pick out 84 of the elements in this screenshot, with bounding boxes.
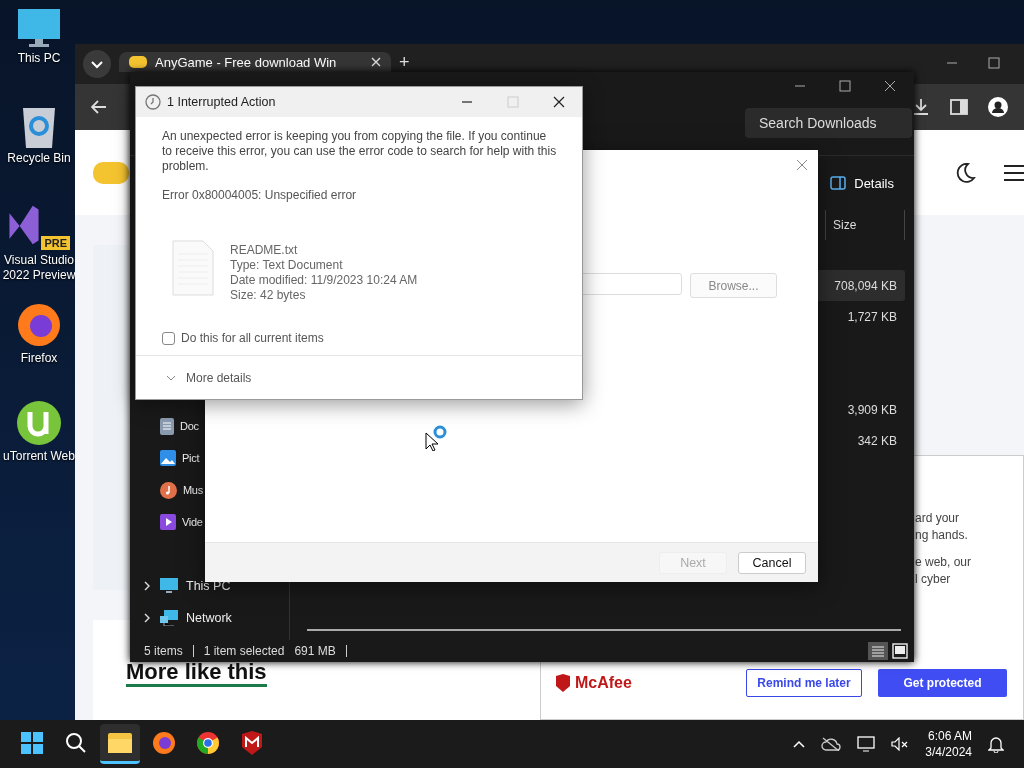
more-details-toggle[interactable]: More details	[186, 370, 252, 385]
popup-text-line: e web, our	[915, 554, 973, 571]
scrollbar-track[interactable]	[307, 629, 901, 631]
sidebar-item[interactable]: Pict	[182, 452, 200, 464]
busy-cursor-icon	[425, 425, 449, 451]
selection-size: 691 MB	[294, 644, 336, 658]
network-monitor-icon[interactable]	[857, 736, 876, 752]
desktop-icon-label[interactable]: Firefox	[20, 351, 58, 366]
window-title: 1 Interrupted Action	[167, 95, 276, 109]
details-button[interactable]: Details	[824, 171, 900, 195]
new-tab-button[interactable]: +	[399, 53, 410, 71]
recycle-bin-icon[interactable]	[21, 106, 57, 148]
shield-m-icon	[555, 674, 571, 692]
download-icon[interactable]	[912, 98, 930, 116]
close-icon[interactable]	[553, 96, 565, 108]
get-protected-button[interactable]: Get protected	[878, 669, 1007, 697]
bell-icon[interactable]	[988, 735, 1004, 753]
cloud-off-icon[interactable]	[821, 737, 842, 751]
checkbox[interactable]	[162, 331, 175, 345]
error-code: Error 0x80004005: Unspecified error	[162, 188, 358, 202]
sidebar-item[interactable]: Mus	[183, 484, 203, 496]
clock-date[interactable]: 3/4/2024	[925, 744, 972, 760]
menu-icon[interactable]	[1004, 163, 1024, 182]
tricolor-circle-icon	[196, 730, 220, 755]
ribbon-logo-icon[interactable]	[8, 204, 41, 246]
maximize-icon	[507, 96, 519, 108]
sidebar-item[interactable]: Doc	[180, 420, 199, 432]
sidebar-item[interactable]: Vide	[182, 516, 203, 528]
network-icon	[160, 610, 178, 626]
music-note-icon	[160, 481, 177, 499]
popup-text-line: ard your	[915, 510, 961, 527]
picture-icon	[160, 450, 176, 466]
details-pane-icon	[830, 176, 847, 190]
preview-badge: PRE	[41, 236, 70, 250]
search-field[interactable]: Search Downloads	[745, 107, 912, 138]
clock-time[interactable]: 6:06 AM	[927, 728, 972, 744]
desktop-icon-label[interactable]: Visual Studio 2022 Preview	[0, 253, 78, 283]
side-panel-icon[interactable]	[950, 99, 968, 115]
close-icon[interactable]	[884, 80, 896, 92]
browser-tab[interactable]: AnyGame - Free download Win	[119, 52, 391, 72]
document-icon	[160, 417, 174, 435]
taskbar-app-button[interactable]	[100, 724, 140, 764]
file-size: Size: 42 bytes	[230, 288, 307, 303]
windows-logo-icon	[21, 731, 43, 754]
chevron-down-icon[interactable]	[83, 50, 111, 78]
remind-later-button[interactable]: Remind me later	[746, 669, 862, 697]
file-name: README.txt	[230, 243, 299, 258]
selection-info: 1 item selected	[203, 644, 285, 658]
monitor-icon[interactable]	[17, 8, 61, 48]
text-file-icon	[172, 240, 214, 296]
error-message: An unexpected error is keeping you from copying the file. If you continue to receive this error, you can use the error code to search for help with this problem.	[162, 129, 558, 174]
maximize-icon[interactable]	[988, 57, 1000, 69]
checkbox-label[interactable]: Do this for all current items	[181, 331, 324, 345]
column-header[interactable]: Size	[825, 210, 905, 240]
maximize-icon[interactable]	[839, 80, 851, 92]
popup-text-line: ng hands.	[915, 527, 969, 544]
moon-icon[interactable]	[954, 161, 976, 184]
desktop-icon-label[interactable]: uTorrent Web	[3, 449, 75, 464]
fox-globe-icon	[152, 730, 176, 755]
clock-icon	[145, 94, 161, 110]
tiles-view-icon[interactable]	[892, 643, 908, 659]
fox-globe-icon[interactable]	[16, 302, 62, 348]
browse-button[interactable]: Browse...	[690, 273, 777, 298]
monitor-icon	[160, 578, 178, 594]
brand-name: McAfee	[575, 674, 632, 692]
folder-icon	[108, 732, 132, 753]
popup-text-line: l cyber	[915, 571, 952, 588]
chevron-up-icon[interactable]	[793, 740, 806, 748]
shield-m-icon	[241, 730, 263, 755]
speaker-muted-icon[interactable]	[891, 737, 910, 751]
file-type: Type: Text Document	[230, 258, 344, 273]
chevron-right-icon[interactable]	[142, 613, 152, 623]
desktop-icon-label[interactable]: This PC	[17, 51, 61, 66]
back-arrow-icon[interactable]	[91, 100, 107, 114]
sidebar-item[interactable]: Network	[186, 611, 232, 625]
desktop-icon-label[interactable]: Recycle Bin	[7, 151, 71, 166]
search-icon	[65, 731, 87, 754]
chevron-right-icon[interactable]	[142, 581, 152, 591]
video-icon	[160, 514, 176, 530]
profile-icon[interactable]	[988, 97, 1008, 117]
mu-circle-icon[interactable]	[16, 400, 62, 446]
file-modified: Date modified: 11/9/2023 10:24 AM	[230, 273, 418, 288]
cancel-button[interactable]: Cancel	[738, 551, 806, 574]
item-count: 5 items	[144, 644, 183, 658]
